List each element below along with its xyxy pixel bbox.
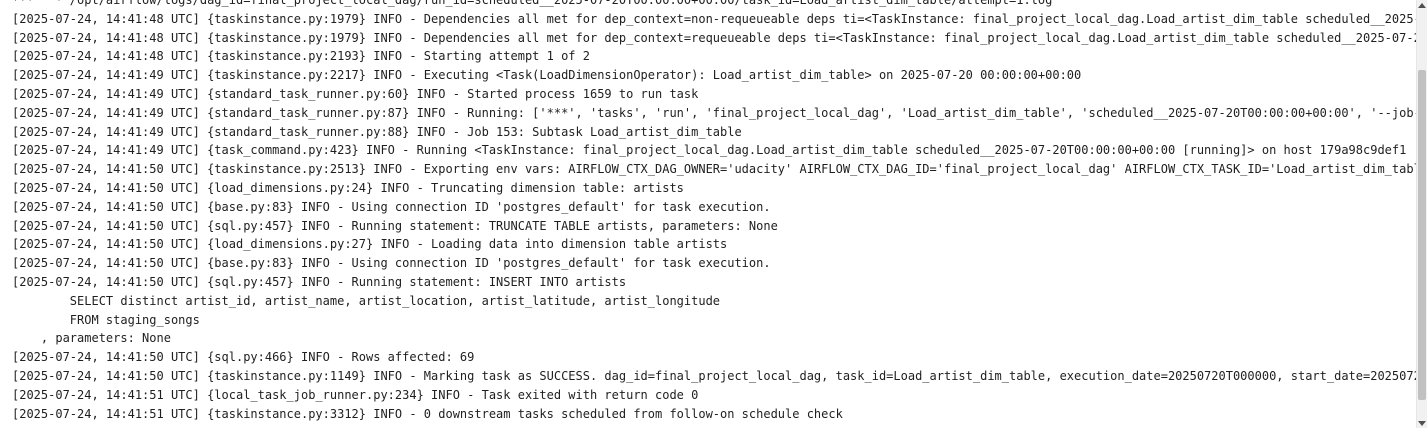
log-line: [2025-07-24, 14:41:49 UTC] {standard_tas… — [12, 124, 742, 139]
log-line: [2025-07-24, 14:41:49 UTC] {standard_tas… — [12, 105, 1417, 120]
log-line: [2025-07-24, 14:41:50 UTC] {sql.py:457} … — [12, 274, 627, 289]
log-line: [2025-07-24, 14:41:48 UTC] {taskinstance… — [12, 30, 1417, 45]
scrollbar-thumb[interactable] — [1418, 70, 1426, 400]
vertical-scrollbar[interactable] — [1416, 0, 1427, 428]
log-line: [2025-07-24, 14:41:50 UTC] {taskinstance… — [12, 368, 1417, 383]
log-line: [2025-07-24, 14:41:50 UTC] {base.py:83} … — [12, 199, 771, 214]
log-line: [2025-07-24, 14:41:50 UTC] {taskinstance… — [12, 162, 1417, 177]
log-viewer: *** * /opt/airflow/logs/dag_id=final_pro… — [0, 0, 1427, 428]
log-line: *** * /opt/airflow/logs/dag_id=final_pro… — [12, 0, 1053, 7]
log-line: [2025-07-24, 14:41:49 UTC] {taskinstance… — [12, 68, 1082, 83]
log-line: [2025-07-24, 14:41:49 UTC] {standard_tas… — [12, 86, 699, 101]
log-line: [2025-07-24, 14:41:51 UTC] {local_task_j… — [12, 387, 699, 402]
log-line: , parameters: None — [12, 331, 171, 346]
log-line: [2025-07-24, 14:41:50 UTC] {sql.py:466} … — [12, 350, 475, 365]
scroll-down-arrow-icon[interactable] — [1418, 418, 1426, 428]
log-line: [2025-07-24, 14:41:48 UTC] {taskinstance… — [12, 11, 1417, 26]
log-line: [2025-07-24, 14:41:50 UTC] {load_dimensi… — [12, 237, 728, 252]
log-line: [2025-07-24, 14:41:50 UTC] {load_dimensi… — [12, 180, 684, 195]
log-line: [2025-07-24, 14:41:50 UTC] {base.py:83} … — [12, 256, 771, 271]
log-line: FROM staging_songs — [12, 312, 200, 327]
log-line: [2025-07-24, 14:41:48 UTC] {taskinstance… — [12, 49, 590, 64]
scroll-up-arrow-icon[interactable] — [1418, 0, 1426, 10]
log-line: [2025-07-24, 14:41:49 UTC] {task_command… — [12, 143, 1407, 158]
log-line: SELECT distinct artist_id, artist_name, … — [12, 293, 721, 308]
log-line: [2025-07-24, 14:41:50 UTC] {sql.py:457} … — [12, 218, 778, 233]
log-output: *** * /opt/airflow/logs/dag_id=final_pro… — [12, 0, 1417, 428]
log-line: [2025-07-24, 14:41:51 UTC] {taskinstance… — [12, 406, 843, 421]
